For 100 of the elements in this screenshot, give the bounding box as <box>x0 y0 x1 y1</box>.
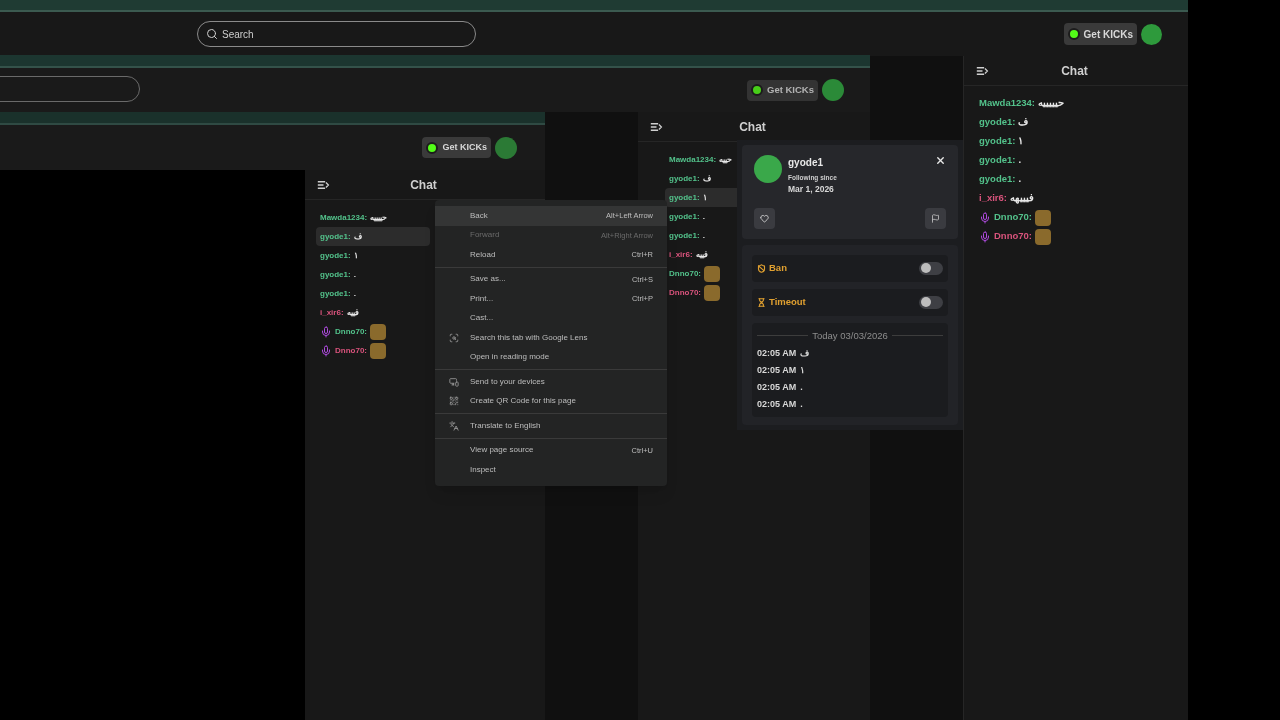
coin-icon <box>1067 28 1080 40</box>
message-text: ١ <box>353 249 358 262</box>
qr-code-icon <box>449 396 459 407</box>
username[interactable]: gyode1: <box>320 287 351 300</box>
menu-label: Print... <box>470 292 495 305</box>
username[interactable]: Dnno70: <box>335 325 367 338</box>
avatar[interactable] <box>495 136 517 159</box>
chat-title: Chat <box>738 118 767 136</box>
collapse-icon[interactable] <box>976 65 989 76</box>
toggle-switch[interactable] <box>919 261 943 275</box>
menu-label: Translate to English <box>470 419 542 432</box>
username[interactable]: gyode1: <box>669 229 700 242</box>
message-text: . <box>800 381 803 394</box>
action-label: Timeout <box>769 294 807 309</box>
menu-item[interactable]: Inspect <box>435 460 667 480</box>
message-text: فيييهه <box>1010 191 1034 206</box>
username[interactable]: gyode1: <box>669 210 700 223</box>
menu-item[interactable]: Translate to English <box>435 416 667 436</box>
username[interactable]: i_xir6: <box>979 191 1007 206</box>
get-kicks-button[interactable]: Get KICKs <box>1063 23 1137 45</box>
action-label: Ban <box>769 260 788 275</box>
message-text: ف <box>353 230 362 243</box>
message-time: 02:05 AM <box>757 398 797 411</box>
flag-icon <box>931 213 940 223</box>
username[interactable]: Mawda1234: <box>320 211 368 224</box>
emote-image <box>1035 209 1051 226</box>
message-text: . <box>1018 172 1022 187</box>
username[interactable]: gyode1: <box>979 172 1016 187</box>
toggle-switch[interactable] <box>919 295 943 309</box>
username[interactable]: Dnno70: <box>994 210 1032 225</box>
username[interactable]: Dnno70: <box>994 229 1032 244</box>
emote-image <box>370 342 386 359</box>
username[interactable]: i_xir6: <box>669 248 693 261</box>
heart-icon <box>760 213 769 223</box>
shield-icon <box>757 263 766 273</box>
coin-icon <box>751 84 763 96</box>
message-text: ١ <box>1018 134 1024 149</box>
avatar[interactable] <box>1141 23 1162 45</box>
username[interactable]: Dnno70: <box>669 267 701 280</box>
translate-icon <box>449 420 459 431</box>
username[interactable]: gyode1: <box>979 115 1016 130</box>
collapse-icon[interactable] <box>317 179 330 190</box>
get-kicks-button[interactable]: Get KICKs <box>747 79 818 101</box>
follow-button[interactable] <box>754 207 775 229</box>
message-text: . <box>702 229 705 242</box>
username[interactable]: gyode1: <box>669 172 700 185</box>
menu-label: Cast... <box>470 312 495 325</box>
username[interactable]: gyode1: <box>320 230 351 243</box>
coin-icon <box>426 141 439 154</box>
message-text: حييييه <box>370 211 388 224</box>
menu-label: Inspect <box>470 463 497 476</box>
get-kicks-button[interactable]: Get KICKs <box>422 137 491 158</box>
close-icon[interactable] <box>935 155 946 166</box>
collapse-icon[interactable] <box>650 121 663 132</box>
username[interactable]: gyode1: <box>320 268 351 281</box>
avatar <box>754 155 782 183</box>
message-time: 02:05 AM <box>757 347 797 360</box>
search-input[interactable]: Search <box>222 26 452 42</box>
message-text: ف <box>1018 115 1029 130</box>
menu-item[interactable]: Search this tab with Google Lens <box>435 328 667 348</box>
menu-item[interactable]: Send to your devices <box>435 372 667 392</box>
message-time: 02:05 AM <box>757 364 797 377</box>
menu-item[interactable]: Cast... <box>435 308 667 328</box>
message-time: 02:05 AM <box>757 381 797 394</box>
menu-label: Search this tab with Google Lens <box>470 331 589 344</box>
report-button[interactable] <box>925 207 946 229</box>
message-text: . <box>353 268 356 281</box>
emote-image <box>704 284 720 301</box>
message-text: ١ <box>702 191 707 204</box>
menu-label: Reload <box>470 248 497 261</box>
hourglass-icon <box>757 297 766 307</box>
username[interactable]: gyode1: <box>979 134 1016 149</box>
menu-item[interactable]: Open in reading mode <box>435 347 667 367</box>
message-text: حيييييه <box>1038 96 1064 111</box>
lens-icon <box>449 332 459 343</box>
message-text: ١ <box>800 364 806 377</box>
username[interactable]: Dnno70: <box>335 344 367 357</box>
username[interactable]: Dnno70: <box>669 286 701 299</box>
username[interactable]: Mawda1234: <box>669 153 717 166</box>
menu-label: Open in reading mode <box>470 351 551 364</box>
avatar[interactable] <box>822 79 844 101</box>
username[interactable]: gyode1: <box>669 191 700 204</box>
username[interactable]: gyode1: <box>979 153 1016 168</box>
message-text: حييه <box>719 153 733 166</box>
emote-image <box>370 323 386 340</box>
username[interactable]: i_xir6: <box>320 306 344 319</box>
chat-title: Chat <box>1060 62 1089 80</box>
message-text: ف <box>702 172 711 185</box>
username: gyode1 <box>788 156 824 170</box>
devices-icon <box>449 376 459 387</box>
menu-label: Send to your devices <box>470 375 546 388</box>
message-text: فييه <box>695 248 708 261</box>
emote-image <box>1035 228 1051 245</box>
message-text: . <box>353 287 356 300</box>
message-text: فييه <box>346 306 359 319</box>
username[interactable]: gyode1: <box>320 249 351 262</box>
chat-title: Chat <box>409 176 438 194</box>
username[interactable]: Mawda1234: <box>979 96 1035 111</box>
menu-label: View page source <box>470 444 535 457</box>
menu-item[interactable]: Create QR Code for this page <box>435 391 667 411</box>
